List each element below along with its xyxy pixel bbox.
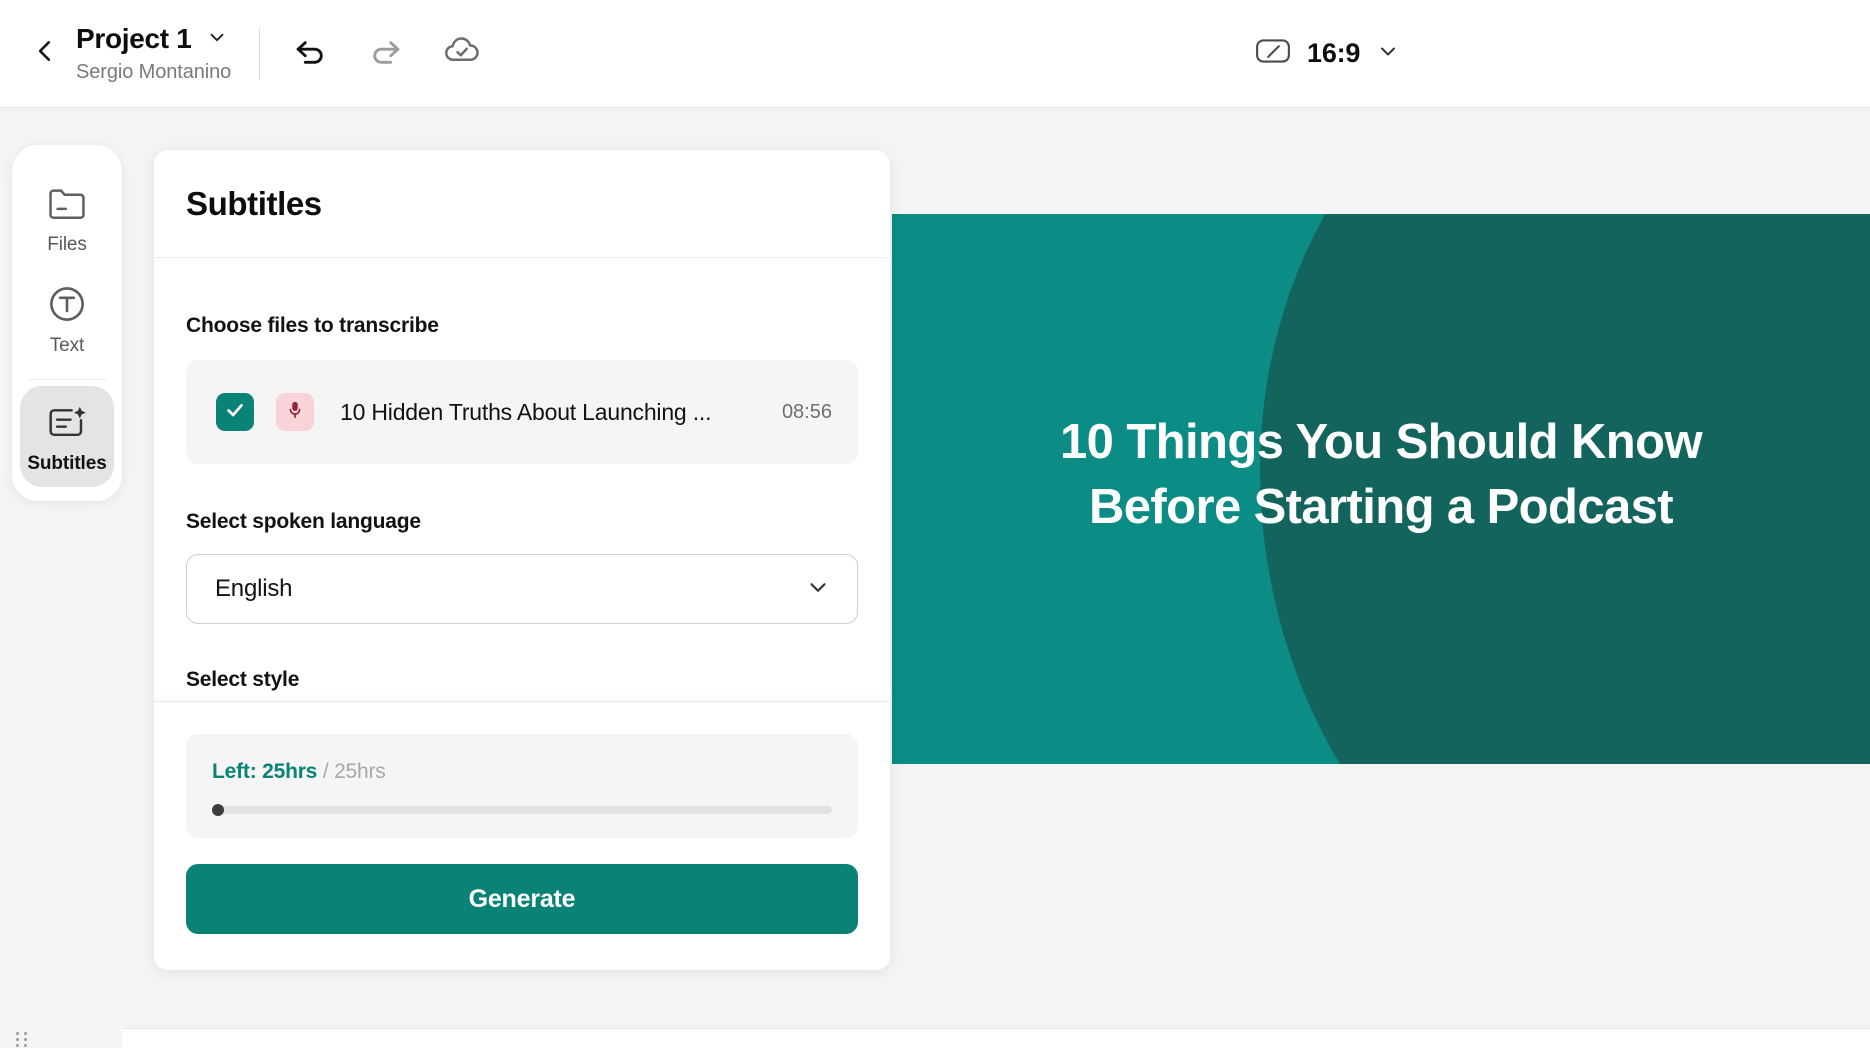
sidebar-item-text[interactable]: Text — [12, 268, 122, 369]
generate-button-label: Generate — [468, 884, 576, 913]
quota-progress-bar[interactable] — [212, 804, 832, 816]
panel-header: Subtitles — [154, 150, 890, 258]
subtitles-sparkle-icon — [46, 400, 88, 444]
video-title-overlay: 10 Things You Should Know Before Startin… — [892, 410, 1870, 540]
checkmark-icon — [224, 399, 246, 426]
playback-bar: 0:00:07.01 / 0:08:56.05 — [122, 1028, 1870, 1048]
video-title-line-2: Before Starting a Podcast — [1088, 480, 1674, 535]
sidebar-item-label: Text — [49, 335, 85, 356]
folder-icon — [47, 181, 87, 225]
subtitles-panel: Subtitles Choose files to transcribe 10 … — [154, 150, 890, 970]
chevron-down-icon[interactable] — [206, 26, 228, 53]
project-owner: Sergio Montanino — [76, 61, 232, 83]
timeline-drag-handle[interactable] — [16, 1028, 42, 1048]
tool-rail: Files Text Subtitles — [12, 145, 122, 501]
language-label: Select spoken language — [186, 510, 421, 533]
redo-icon — [367, 32, 405, 75]
style-label: Select style — [186, 668, 300, 691]
quota-total-label: / 25hrs — [322, 760, 386, 783]
panel-footer: Left: 25hrs / 25hrs Generate — [154, 701, 890, 970]
undo-button[interactable] — [286, 30, 334, 78]
sidebar-item-label: Files — [47, 234, 87, 255]
aspect-ratio-label: 16:9 — [1307, 38, 1361, 68]
rail-divider — [28, 379, 106, 380]
text-circle-icon — [47, 282, 87, 326]
file-name: 10 Hidden Truths About Launching ... — [340, 398, 712, 425]
cloud-check-icon — [442, 31, 482, 76]
quota-left-label: Left: 25hrs — [212, 760, 318, 783]
app-window: Project 1 Sergio Montanino 16:9 10 Thing… — [0, 0, 1870, 1048]
back-button[interactable] — [22, 31, 68, 77]
chevron-down-icon — [1376, 39, 1400, 68]
video-title-line-1: 10 Things You Should Know — [1060, 415, 1703, 469]
file-checkbox[interactable] — [216, 393, 254, 431]
choose-files-label: Choose files to transcribe — [186, 314, 439, 337]
toolbar-divider — [259, 27, 261, 80]
history-tools — [286, 30, 486, 78]
undo-icon — [291, 32, 329, 75]
sidebar-item-files[interactable]: Files — [12, 167, 122, 268]
project-info: Project 1 Sergio Montanino — [76, 23, 231, 84]
quota-box: Left: 25hrs / 25hrs — [186, 734, 858, 838]
generate-button[interactable]: Generate — [186, 864, 858, 934]
sidebar-item-label: Subtitles — [27, 453, 107, 474]
chevron-left-icon — [32, 38, 58, 69]
file-list-item[interactable]: 10 Hidden Truths About Launching ... 08:… — [186, 360, 858, 464]
file-duration: 08:56 — [781, 400, 832, 423]
language-select[interactable]: English — [186, 554, 858, 624]
quota-text: Left: 25hrs / 25hrs — [212, 760, 832, 784]
aspect-ratio-icon — [1255, 36, 1291, 71]
project-title: Project 1 — [76, 23, 192, 54]
aspect-ratio-selector[interactable]: 16:9 — [1255, 36, 1400, 71]
video-preview[interactable]: 10 Things You Should Know Before Startin… — [892, 214, 1870, 764]
microphone-icon — [286, 400, 304, 425]
top-bar: Project 1 Sergio Montanino 16:9 — [0, 0, 1870, 108]
page-title: Subtitles — [186, 184, 322, 222]
chevron-down-icon — [805, 574, 831, 605]
language-value: English — [215, 575, 293, 602]
sidebar-item-subtitles[interactable]: Subtitles — [20, 386, 114, 487]
drag-dots-icon — [16, 1032, 29, 1047]
redo-button[interactable] — [362, 30, 410, 78]
quota-progress-knob — [212, 804, 224, 816]
audio-type-chip — [276, 393, 314, 431]
cloud-save-button[interactable] — [438, 30, 486, 78]
